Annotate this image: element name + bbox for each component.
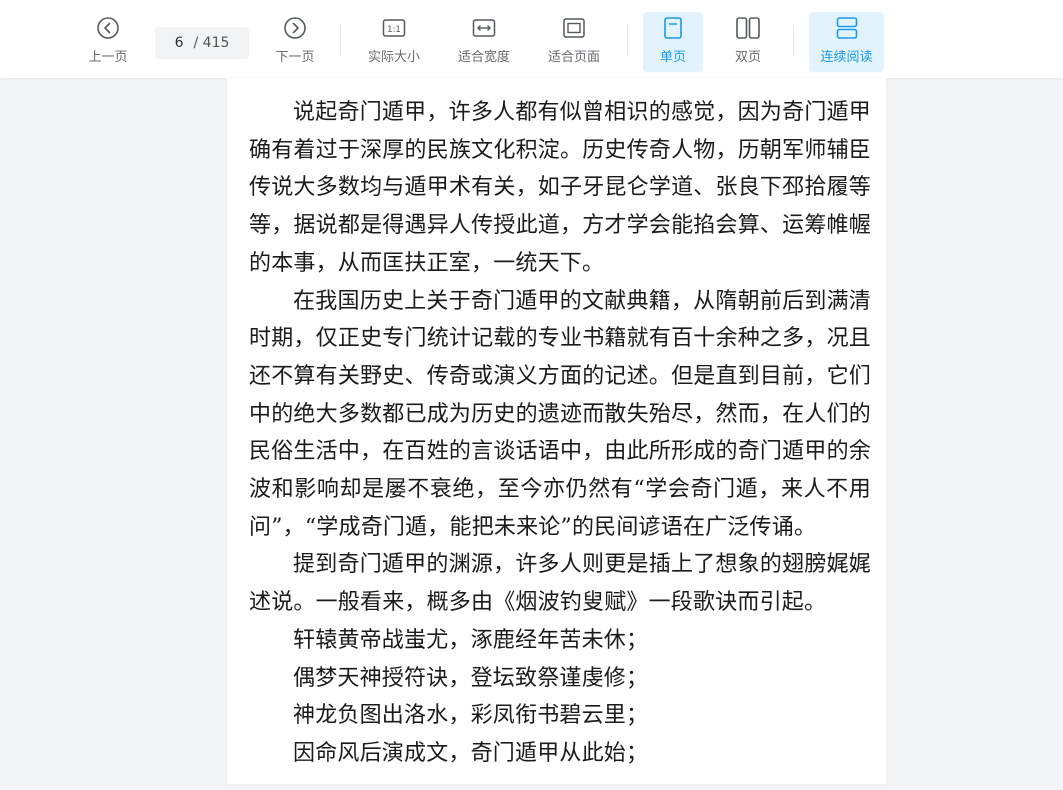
document-page: 说起奇门遁甲，许多人都有似曾相识的感觉，因为奇门遁甲确有着过于深厚的民族文化积淀…	[227, 78, 886, 784]
continuous-reading-icon	[835, 12, 859, 44]
actual-size-label: 实际大小	[367, 50, 420, 65]
paragraph: 说起奇门遁甲，许多人都有似曾相识的感觉，因为奇门遁甲确有着过于深厚的民族文化积淀…	[249, 100, 871, 276]
fit-width-label: 适合宽度	[457, 50, 510, 65]
prev-page-label: 上一页	[88, 50, 128, 65]
next-page-label: 下一页	[275, 50, 315, 65]
viewer-toolbar: 上一页 6 / 415 下一页 1:1 实际大小 适合宽度 适合页面 单页 双页…	[0, 0, 1063, 78]
single-page-label: 单页	[659, 50, 686, 65]
fit-page-button[interactable]: 适合页面	[542, 12, 606, 72]
poem-line: 偶梦天神授符诀，登坛致祭谨虔修；	[293, 665, 649, 691]
double-page-icon	[735, 12, 761, 44]
total-pages: / 415	[193, 35, 230, 51]
toolbar-divider	[627, 26, 628, 56]
toolbar-divider	[793, 26, 794, 56]
fit-width-button[interactable]: 适合宽度	[452, 12, 516, 72]
page-number-input[interactable]: 6 / 415	[155, 27, 249, 59]
paragraph: 提到奇门遁甲的渊源，许多人则更是插上了想象的翅膀娓娓述说。一般看来，概多由《烟波…	[249, 552, 871, 616]
fit-page-label: 适合页面	[547, 50, 600, 65]
actual-size-icon-text: 1:1	[387, 25, 401, 35]
continuous-reading-button[interactable]: 连续阅读	[809, 12, 884, 72]
actual-size-icon: 1:1	[382, 12, 406, 44]
single-page-icon	[662, 12, 684, 44]
prev-page-button[interactable]: 上一页	[84, 12, 132, 72]
continuous-reading-label: 连续阅读	[820, 50, 873, 65]
paragraph: 在我国历史上关于奇门遁甲的文献典籍，从隋朝前后到满清时期，仅正史专门统计记载的专…	[249, 288, 871, 540]
chevron-left-circle-icon	[96, 12, 120, 44]
poem-line: 轩辕黄帝战蚩尤，涿鹿经年苦未休；	[293, 627, 649, 653]
toolbar-divider	[340, 26, 341, 56]
double-page-label: 双页	[734, 50, 761, 65]
fit-width-icon	[472, 12, 496, 44]
fit-page-icon	[562, 12, 586, 44]
page-text: 说起奇门遁甲，许多人都有似曾相识的感觉，因为奇门遁甲确有着过于深厚的民族文化积淀…	[249, 94, 871, 773]
current-page-number: 6	[174, 35, 184, 51]
poem-line: 因命风后演成文，奇门遁甲从此始；	[293, 740, 649, 766]
single-page-button[interactable]: 单页	[643, 12, 703, 72]
double-page-button[interactable]: 双页	[718, 12, 778, 72]
actual-size-button[interactable]: 1:1 实际大小	[362, 12, 426, 72]
poem-line: 神龙负图出洛水，彩凤衔书碧云里；	[293, 703, 649, 729]
next-page-button[interactable]: 下一页	[271, 12, 319, 72]
chevron-right-circle-icon	[283, 12, 307, 44]
